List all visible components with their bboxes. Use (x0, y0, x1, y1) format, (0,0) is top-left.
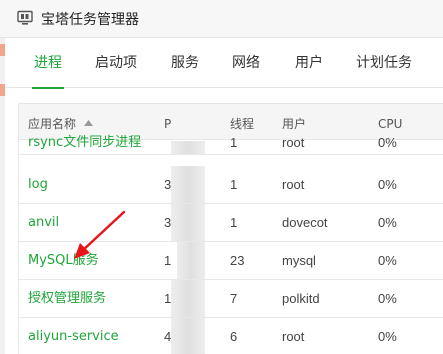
process-cpu: 0% (378, 253, 397, 268)
redaction-blur (171, 204, 205, 241)
column-header-pid[interactable]: P (164, 104, 171, 140)
tab-services[interactable]: 服务 (171, 38, 199, 88)
redaction-blur (171, 280, 205, 317)
process-threads: 6 (230, 329, 238, 344)
process-name: log (28, 177, 48, 192)
redaction-blur (171, 318, 205, 354)
tab-bar: 进程 启动项 服务 网络 用户 计划任务 (5, 38, 443, 89)
table-row[interactable]: log 3 1 root 0% (19, 166, 443, 204)
tab-users[interactable]: 用户 (295, 38, 323, 88)
red-arrow-icon (74, 210, 126, 259)
process-name: aliyun-service (28, 329, 119, 344)
process-threads: 1 (230, 215, 238, 230)
task-manager-icon (17, 10, 33, 25)
process-name: rsync文件同步进程 (28, 135, 142, 150)
process-user: root (282, 329, 305, 344)
window-title: 宝塔任务管理器 (41, 12, 139, 28)
title-bar: 宝塔任务管理器 (0, 0, 443, 38)
redaction-blur (177, 242, 205, 279)
process-threads: 23 (230, 253, 245, 268)
process-cpu: 0% (378, 135, 397, 150)
tab-scheduled-tasks[interactable]: 计划任务 (356, 38, 412, 88)
process-cpu: 0% (378, 329, 397, 344)
sort-asc-icon[interactable] (83, 120, 93, 126)
table-row[interactable]: rsync文件同步进程 1 root 0% (19, 135, 443, 155)
tab-startup[interactable]: 启动项 (95, 38, 137, 88)
process-threads: 1 (230, 177, 238, 192)
process-cpu: 0% (378, 177, 397, 192)
tab-network[interactable]: 网络 (232, 38, 260, 88)
process-cpu: 0% (378, 291, 397, 306)
table-row[interactable]: 授权管理服务 1 7 polkitd 0% (19, 280, 443, 318)
redaction-blur (171, 141, 205, 154)
table-row[interactable]: aliyun-service 4 6 root 0% (19, 318, 443, 354)
process-cpu: 0% (378, 215, 397, 230)
process-threads: 7 (230, 291, 238, 306)
process-name: 授权管理服务 (28, 291, 107, 306)
tab-processes[interactable]: 进程 (32, 38, 64, 89)
process-user: polkitd (282, 291, 320, 306)
process-user: mysql (282, 253, 316, 268)
process-pid: 1 (164, 253, 172, 268)
process-threads: 1 (230, 135, 238, 150)
process-user: dovecot (282, 215, 328, 230)
process-user: root (282, 135, 305, 150)
process-name: anvil (28, 215, 60, 230)
redaction-blur (171, 166, 205, 203)
process-user: root (282, 177, 305, 192)
